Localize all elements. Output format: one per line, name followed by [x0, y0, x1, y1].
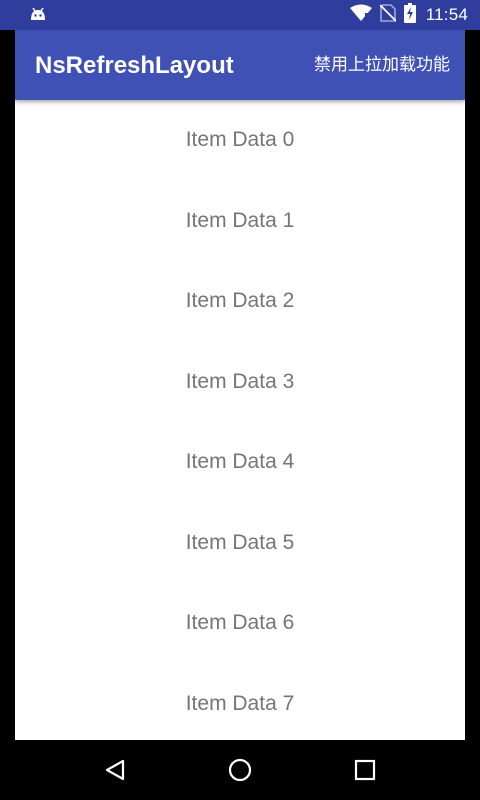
status-time: 11:54	[425, 5, 468, 24]
toolbar: NsRefreshLayout 禁用上拉加载功能	[15, 30, 465, 100]
item-list[interactable]: Item Data 0 Item Data 1 Item Data 2 Item…	[15, 100, 465, 740]
list-item[interactable]: Item Data 3	[15, 342, 465, 423]
disable-load-more-button[interactable]: 禁用上拉加载功能	[314, 54, 450, 76]
status-icons: 11:54	[349, 3, 468, 27]
navigation-bar	[0, 740, 480, 800]
list-item[interactable]: Item Data 2	[15, 261, 465, 342]
recents-icon[interactable]	[349, 754, 381, 786]
wifi-icon	[349, 4, 372, 26]
list-item[interactable]: Item Data 1	[15, 181, 465, 262]
back-icon[interactable]	[99, 754, 131, 786]
status-bar: 11:54	[0, 0, 480, 30]
list-item[interactable]: Item Data 6	[15, 583, 465, 664]
toolbar-title: NsRefreshLayout	[35, 52, 234, 79]
battery-charging-icon	[403, 3, 416, 27]
home-icon[interactable]	[224, 754, 256, 786]
app-window: NsRefreshLayout 禁用上拉加载功能 Item Data 0 Ite…	[15, 30, 465, 740]
list-item[interactable]: Item Data 0	[15, 100, 465, 181]
list-item[interactable]: Item Data 5	[15, 503, 465, 584]
list-item[interactable]: Item Data 7	[15, 664, 465, 741]
list-item[interactable]: Item Data 4	[15, 422, 465, 503]
android-icon	[29, 6, 47, 26]
no-sim-icon	[379, 4, 397, 26]
